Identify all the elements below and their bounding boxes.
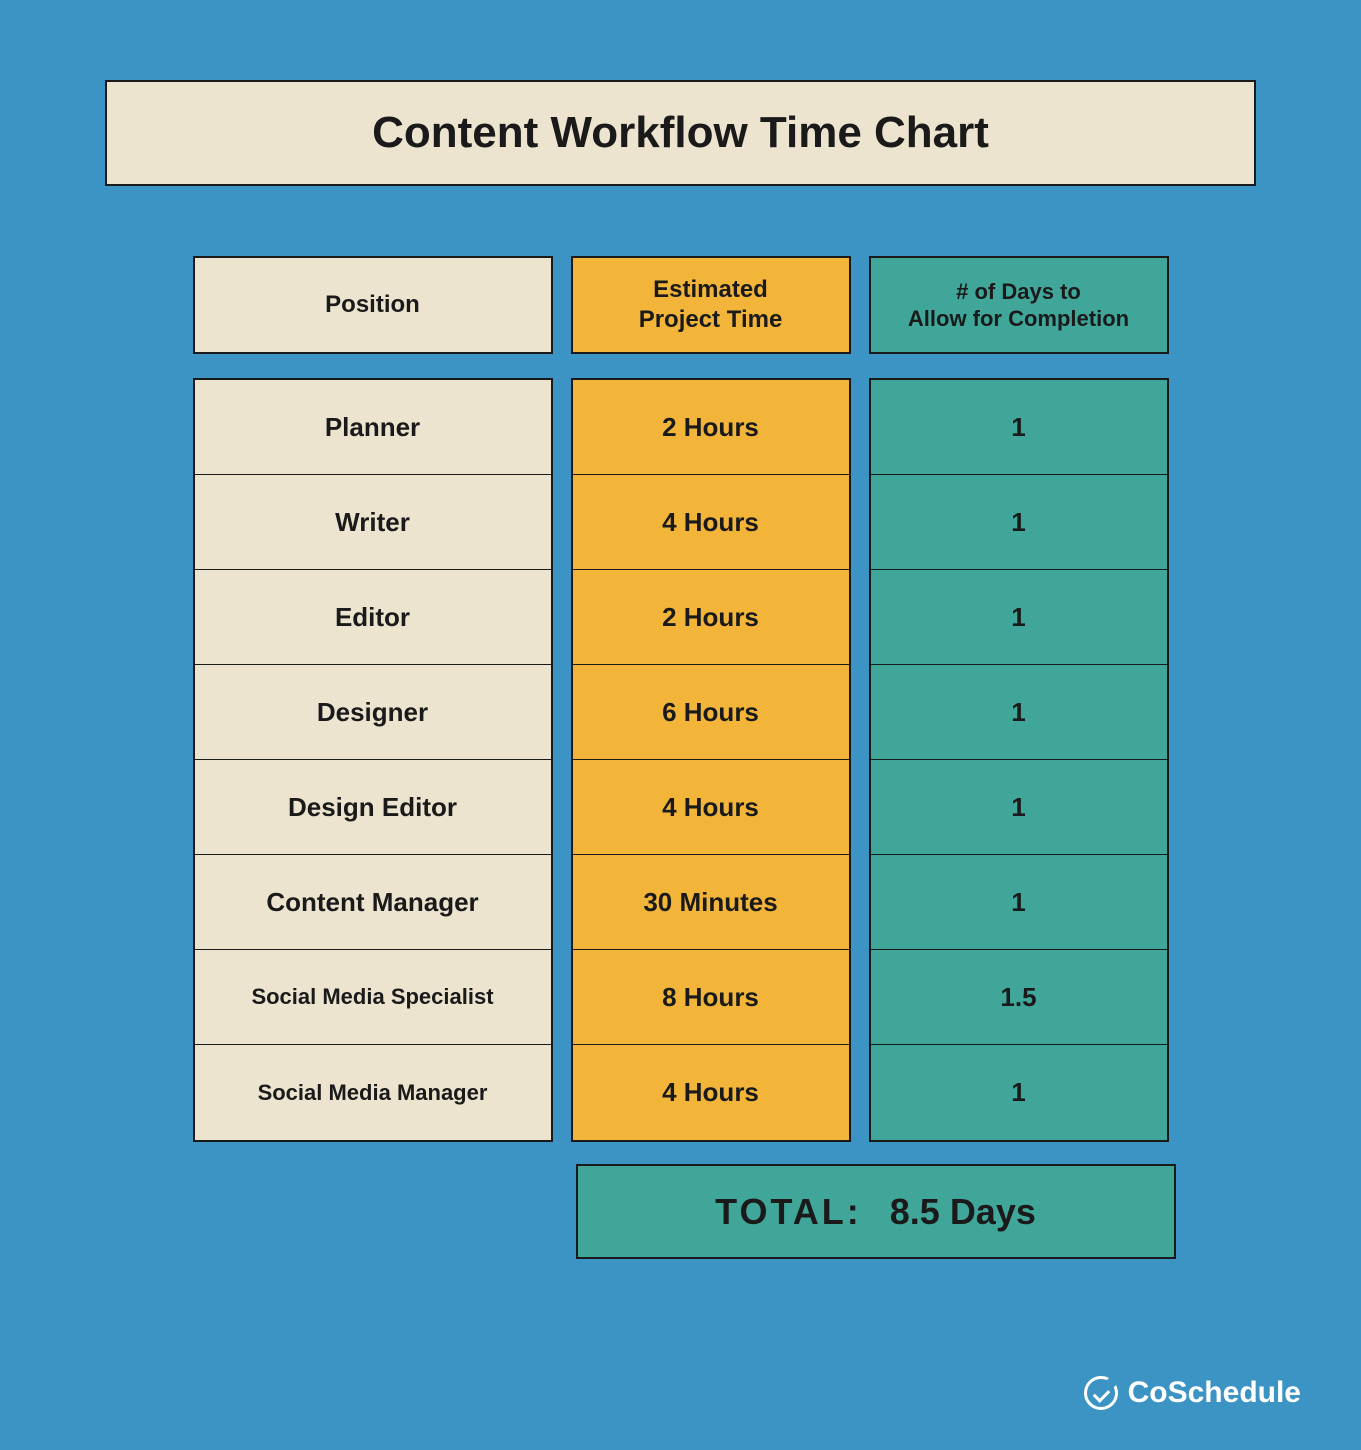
table-row: 4 Hours — [573, 475, 849, 570]
total-value: 8.5 Days — [890, 1191, 1036, 1233]
table-row: 1 — [871, 855, 1167, 950]
table-row: Writer — [195, 475, 551, 570]
table-row: 1 — [871, 475, 1167, 570]
position-header: Position — [193, 256, 553, 354]
table-row: 4 Hours — [573, 760, 849, 855]
table-row: 1 — [871, 570, 1167, 665]
days-body: 1 1 1 1 1 1 1.5 1 — [869, 378, 1169, 1142]
table-row: 1 — [871, 380, 1167, 475]
table-row: 1 — [871, 1045, 1167, 1140]
total-box: TOTAL: 8.5 Days — [576, 1164, 1176, 1259]
brand-logo: CoSchedule — [1084, 1376, 1301, 1410]
total-row: TOTAL: 8.5 Days — [485, 1164, 1266, 1259]
table-row: Social Media Manager — [195, 1045, 551, 1140]
table-row: 1 — [871, 760, 1167, 855]
time-column: EstimatedProject Time 2 Hours 4 Hours 2 … — [571, 256, 851, 1142]
position-body: Planner Writer Editor Designer Design Ed… — [193, 378, 553, 1142]
chart-title: Content Workflow Time Chart — [105, 80, 1256, 186]
brand-name: CoSchedule — [1128, 1376, 1301, 1410]
table-row: 2 Hours — [573, 570, 849, 665]
total-label: TOTAL: — [715, 1191, 862, 1233]
days-column: # of Days toAllow for Completion 1 1 1 1… — [869, 256, 1169, 1142]
table-row: Designer — [195, 665, 551, 760]
table-row: Planner — [195, 380, 551, 475]
table-row: 1.5 — [871, 950, 1167, 1045]
table-row: Editor — [195, 570, 551, 665]
table-row: Content Manager — [195, 855, 551, 950]
table-row: 4 Hours — [573, 1045, 849, 1140]
table-row: Social Media Specialist — [195, 950, 551, 1045]
table-row: 8 Hours — [573, 950, 849, 1045]
workflow-table: Position Planner Writer Editor Designer … — [95, 256, 1266, 1142]
table-row: 1 — [871, 665, 1167, 760]
time-header: EstimatedProject Time — [571, 256, 851, 354]
table-row: Design Editor — [195, 760, 551, 855]
table-row: 30 Minutes — [573, 855, 849, 950]
position-column: Position Planner Writer Editor Designer … — [193, 256, 553, 1142]
time-body: 2 Hours 4 Hours 2 Hours 6 Hours 4 Hours … — [571, 378, 851, 1142]
checkmark-icon — [1084, 1376, 1118, 1410]
table-row: 2 Hours — [573, 380, 849, 475]
days-header: # of Days toAllow for Completion — [869, 256, 1169, 354]
table-row: 6 Hours — [573, 665, 849, 760]
